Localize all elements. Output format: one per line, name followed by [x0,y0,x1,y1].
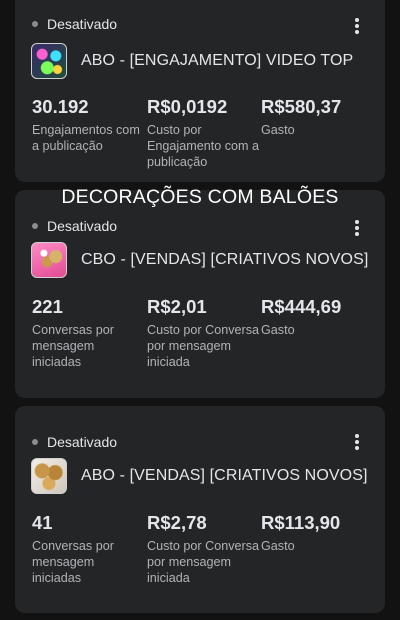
metric-spent: R$580,37 Gasto [261,96,373,138]
metric-results: 41 Conversas por mensagem iniciadas [32,512,144,587]
campaign-card[interactable]: Desativado CBO - [VENDAS] [CRIATIVOS NOV… [15,190,385,398]
ad-row[interactable]: ABO - [ENGAJAMENTO] VIDEO TOP [31,43,353,79]
metric-label: Custo por Conversa por mensagem iniciada [147,323,259,370]
metric-value: R$0,0192 [147,96,228,117]
metric-value: R$580,37 [261,96,342,117]
campaign-card[interactable]: Desativado ABO - [VENDAS] [CRIATIVOS NOV… [15,406,385,613]
metric-value: R$2,01 [147,296,207,317]
metric-cost: R$2,01 Custo por Conversa por mensagem i… [147,296,259,371]
metric-label: Conversas por mensagem iniciadas [32,539,114,586]
ad-row[interactable]: ABO - [VENDAS] [CRIATIVOS NOVOS] [31,458,368,494]
ad-name: ABO - [VENDAS] [CRIATIVOS NOVOS] [81,467,368,484]
metric-value: R$2,78 [147,512,207,533]
metric-value: R$113,90 [261,512,341,533]
metric-label: Custo por Conversa por mensagem iniciada [147,539,259,586]
metric-value: 41 [32,512,53,533]
metric-results: 30.192 Engajamentos com a publicação [32,96,144,154]
metric-label: Gasto [261,123,295,137]
metric-spent: R$444,69 Gasto [261,296,373,338]
metric-cost: R$0,0192 Custo por Engajamento com a pub… [147,96,259,171]
metric-value: R$444,69 [261,296,342,317]
ad-name: ABO - [ENGAJAMENTO] VIDEO TOP [81,52,354,69]
metric-label: Custo por Engajamento com a publicação [147,123,260,170]
status-label: Desativado [47,434,118,450]
metric-label: Engajamentos com a publicação [32,123,140,154]
status-dot [32,223,38,229]
status-dot [32,21,38,27]
more-options-icon[interactable] [349,432,365,452]
status-dot [32,439,38,445]
section-title: DECORAÇÕES COM BALÕES [61,186,339,208]
metric-label: Gasto [261,323,295,337]
campaign-card[interactable]: Desativado ABO - [ENGAJAMENTO] VIDEO TOP… [15,0,385,182]
ad-name: CBO - [VENDAS] [CRIATIVOS NOVOS] [81,251,369,268]
status-indicator: Desativado [32,218,117,234]
metric-results: 221 Conversas por mensagem iniciadas [32,296,144,371]
status-indicator: Desativado [32,434,117,450]
status-indicator: Desativado [32,16,117,32]
more-options-icon[interactable] [349,218,365,238]
ad-row[interactable]: CBO - [VENDAS] [CRIATIVOS NOVOS] [31,242,368,278]
metric-label: Gasto [261,539,295,553]
ad-thumbnail [31,458,67,494]
metric-spent: R$113,90 Gasto [261,512,373,554]
metric-value: 221 [32,296,63,317]
metric-cost: R$2,78 Custo por Conversa por mensagem i… [147,512,259,587]
ad-thumbnail [31,43,67,79]
metric-label: Conversas por mensagem iniciadas [32,323,114,370]
status-label: Desativado [47,16,118,32]
ad-thumbnail [31,242,67,278]
metric-value: 30.192 [32,96,89,117]
status-label: Desativado [47,218,118,234]
more-options-icon[interactable] [349,16,365,36]
